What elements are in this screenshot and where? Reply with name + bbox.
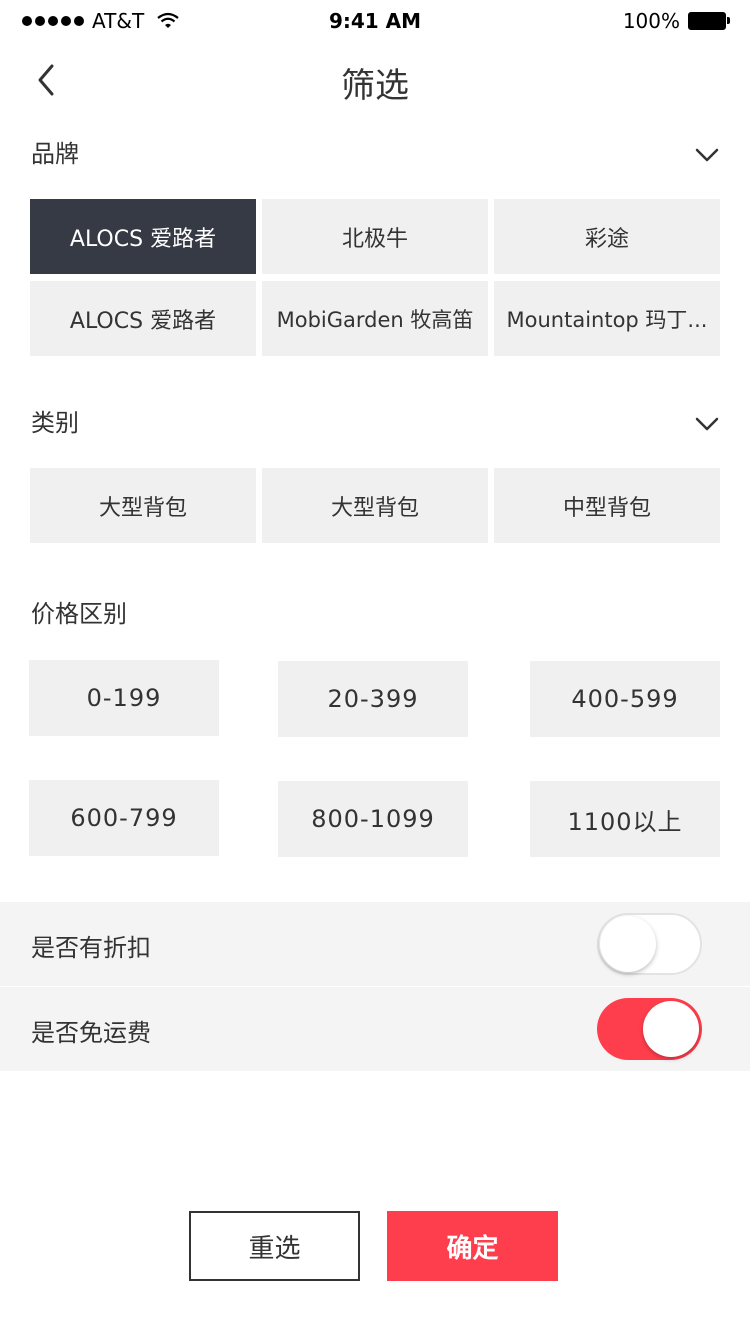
brand-chip[interactable]: MobiGarden 牧高笛 bbox=[262, 281, 488, 356]
chip-label: 中型背包 bbox=[562, 495, 651, 521]
price-chip[interactable]: 1100以上 bbox=[530, 781, 720, 857]
price-chip[interactable]: 0-199 bbox=[29, 660, 219, 736]
reset-button[interactable]: 重选 bbox=[189, 1211, 360, 1281]
battery-icon bbox=[688, 12, 730, 30]
price-chip[interactable]: 20-399 bbox=[278, 661, 468, 737]
chip-label: 彩途 bbox=[584, 226, 629, 252]
chip-label: 1100以上 bbox=[567, 807, 683, 836]
discount-row: 是否有折扣 bbox=[0, 902, 750, 986]
price-chip[interactable]: 400-599 bbox=[530, 661, 720, 737]
battery-percent: 100% bbox=[622, 9, 680, 33]
chip-label: ALOCS 爱路者 bbox=[69, 308, 217, 334]
chip-label: 600-799 bbox=[70, 804, 178, 832]
price-chip[interactable]: 800-1099 bbox=[278, 781, 468, 857]
chip-label: 800-1099 bbox=[311, 805, 435, 833]
chip-label: 北极牛 bbox=[341, 226, 408, 252]
chip-label: Mountaintop 玛丁... bbox=[506, 307, 708, 332]
page-title: 筛选 bbox=[341, 66, 409, 106]
chevron-down-icon[interactable] bbox=[693, 415, 721, 433]
chip-label: 大型背包 bbox=[98, 495, 187, 521]
chevron-down-icon[interactable] bbox=[693, 146, 721, 164]
price-section-title: 价格区别 bbox=[31, 600, 127, 628]
chip-label: 20-399 bbox=[327, 685, 419, 713]
chip-label: MobiGarden 牧高笛 bbox=[276, 307, 474, 332]
chip-label: 大型背包 bbox=[330, 495, 419, 521]
toggle-knob bbox=[600, 916, 656, 972]
brand-chip[interactable]: ALOCS 爱路者 bbox=[30, 199, 256, 274]
brand-chip[interactable]: 北极牛 bbox=[262, 199, 488, 274]
category-chip[interactable]: 大型背包 bbox=[262, 468, 488, 543]
toggle-knob bbox=[643, 1001, 699, 1057]
discount-label: 是否有折扣 bbox=[31, 934, 151, 962]
category-chip[interactable]: 大型背包 bbox=[30, 468, 256, 543]
chip-label: ALOCS 爱路者 bbox=[69, 226, 217, 252]
free-shipping-label: 是否免运费 bbox=[31, 1019, 151, 1047]
brand-chip[interactable]: Mountaintop 玛丁... bbox=[494, 281, 720, 356]
free-shipping-toggle[interactable] bbox=[597, 998, 702, 1060]
free-shipping-row: 是否免运费 bbox=[0, 987, 750, 1071]
price-chip[interactable]: 600-799 bbox=[29, 780, 219, 856]
brand-chip[interactable]: 彩途 bbox=[494, 199, 720, 274]
discount-toggle[interactable] bbox=[597, 913, 702, 975]
category-section-title: 类别 bbox=[31, 409, 79, 437]
category-chip[interactable]: 中型背包 bbox=[494, 468, 720, 543]
status-right: 100% bbox=[623, 9, 730, 33]
brand-section-title: 品牌 bbox=[31, 140, 79, 168]
confirm-button[interactable]: 确定 bbox=[387, 1211, 558, 1281]
chip-label: 0-199 bbox=[86, 684, 162, 712]
chip-label: 400-599 bbox=[571, 685, 679, 713]
brand-chip[interactable]: ALOCS 爱路者 bbox=[30, 281, 256, 356]
status-bar: AT&T 9:41 AM 100% bbox=[0, 0, 750, 40]
